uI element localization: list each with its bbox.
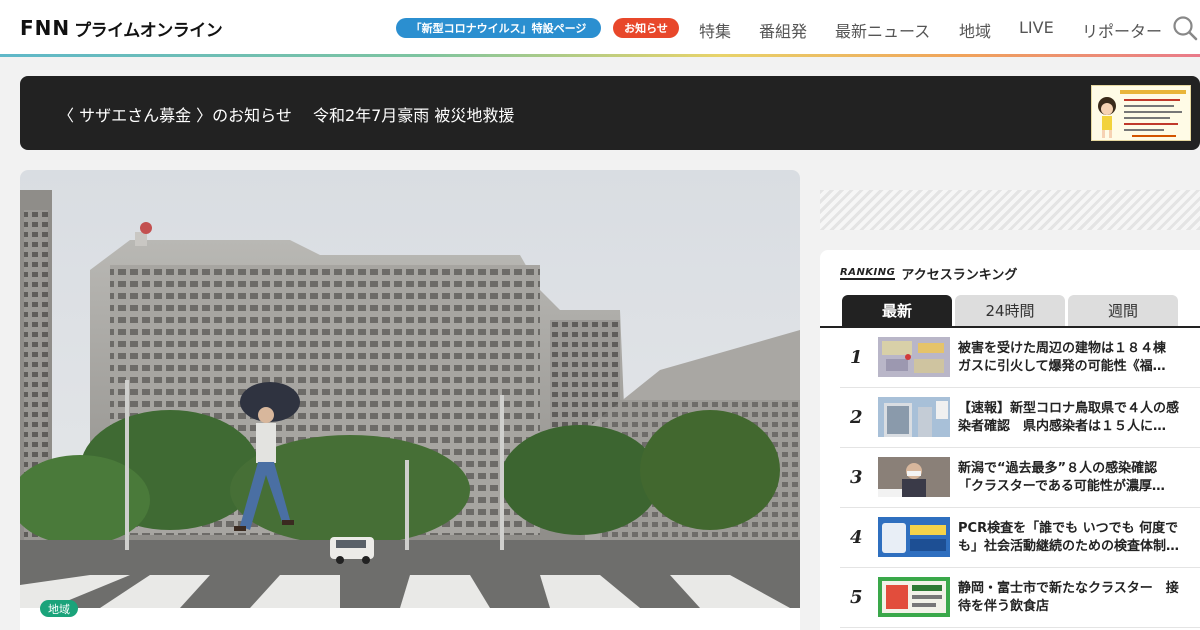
rank-number: 2 xyxy=(850,407,863,428)
ranking-title-text: PCR検査を「誰でも いつでも 何度でも」社会活動継続のための検査体制… xyxy=(958,521,1180,554)
site-logo[interactable]: FNN プライムオンライン xyxy=(20,16,223,41)
ranking-title-text: 新潟で“過去最多”８人の感染確認「クラスターである可能性が濃厚… xyxy=(958,461,1165,494)
ranking-title-text: 被害を受けた周辺の建物は１８４棟 ガスに引火して爆発の可能性《福… xyxy=(958,341,1167,374)
ranking-item[interactable]: 1 被害を受けた周辺の建物は１８４棟 ガスに引火して爆発の可能性《福… xyxy=(840,328,1200,388)
rank-number: 3 xyxy=(850,467,863,488)
category-badge[interactable]: 地域 xyxy=(40,600,78,617)
ranking-thumbnail xyxy=(878,457,950,497)
notice-link[interactable]: お知らせ xyxy=(613,18,679,38)
ranking-item[interactable]: 5 静岡・富士市で新たなクラスター 接待を伴う飲食店 xyxy=(840,568,1200,628)
nav-region[interactable]: 地域 xyxy=(959,18,991,42)
ranking-thumbnail xyxy=(878,577,950,617)
rank-number: 5 xyxy=(850,587,863,608)
ranking-header: RANKING アクセスランキング xyxy=(840,264,1017,283)
sazae-fund-banner[interactable]: 〈 サザエさん募金 〉のお知らせ 令和2年7月豪雨 被災地救援 xyxy=(20,76,1200,150)
header-accent-line xyxy=(0,54,1200,57)
site-header: FNN プライムオンライン 「新型コロナウイルス」特設ページ お知らせ 特集 番… xyxy=(0,0,1200,56)
ad-placeholder xyxy=(820,190,1200,230)
tab-24-hours[interactable]: 24時間 xyxy=(955,295,1065,326)
corona-special-page-link[interactable]: 「新型コロナウイルス」特設ページ xyxy=(396,18,601,38)
ranking-item[interactable]: 2 【速報】新型コロナ鳥取県で４人の感染者確認 県内感染者は１５人に… xyxy=(840,388,1200,448)
search-icon[interactable] xyxy=(1172,15,1198,41)
rank-number: 1 xyxy=(850,347,863,368)
nav-bangumi[interactable]: 番組発 xyxy=(759,18,807,42)
tab-weekly[interactable]: 週間 xyxy=(1068,295,1178,326)
ranking-tabs: 最新 24時間 週間 xyxy=(842,295,1178,326)
banner-text: 〈 サザエさん募金 〉のお知らせ 令和2年7月豪雨 被災地救援 xyxy=(58,106,515,125)
main-article-card[interactable]: 地域 xyxy=(20,170,800,630)
ranking-title-text: 【速報】新型コロナ鳥取県で４人の感染者確認 県内感染者は１５人に… xyxy=(958,401,1180,434)
nav-tokushu[interactable]: 特集 xyxy=(699,18,731,42)
ranking-thumbnail xyxy=(878,517,950,557)
ranking-item[interactable]: 3 新潟で“過去最多”８人の感染確認「クラスターである可能性が濃厚… xyxy=(840,448,1200,508)
ranking-title-text: 静岡・富士市で新たなクラスター 接待を伴う飲食店 xyxy=(958,581,1179,614)
nav-live[interactable]: LIVE xyxy=(1019,18,1054,37)
banner-thumbnail xyxy=(1091,85,1191,141)
ranking-logo: RANKING xyxy=(840,267,896,280)
tab-latest[interactable]: 最新 xyxy=(842,295,952,326)
ranking-thumbnail xyxy=(878,337,950,377)
logo-fnn: FNN xyxy=(20,16,71,40)
ranking-list: 1 被害を受けた周辺の建物は１８４棟 ガスに引火して爆発の可能性《福… 2 【速… xyxy=(840,328,1200,628)
article-hero-image xyxy=(20,170,800,608)
ranking-item[interactable]: 4 PCR検査を「誰でも いつでも 何度でも」社会活動継続のための検査体制… xyxy=(840,508,1200,568)
ranking-thumbnail xyxy=(878,397,950,437)
nav-latest-news[interactable]: 最新ニュース xyxy=(835,18,930,42)
ranking-title: アクセスランキング xyxy=(901,268,1018,283)
nav-reporter[interactable]: リポーター xyxy=(1082,18,1162,42)
rank-number: 4 xyxy=(850,527,863,548)
access-ranking-panel: RANKING アクセスランキング 最新 24時間 週間 1 被害を受けた周辺の… xyxy=(820,250,1200,630)
logo-text: プライムオンライン xyxy=(74,20,223,41)
